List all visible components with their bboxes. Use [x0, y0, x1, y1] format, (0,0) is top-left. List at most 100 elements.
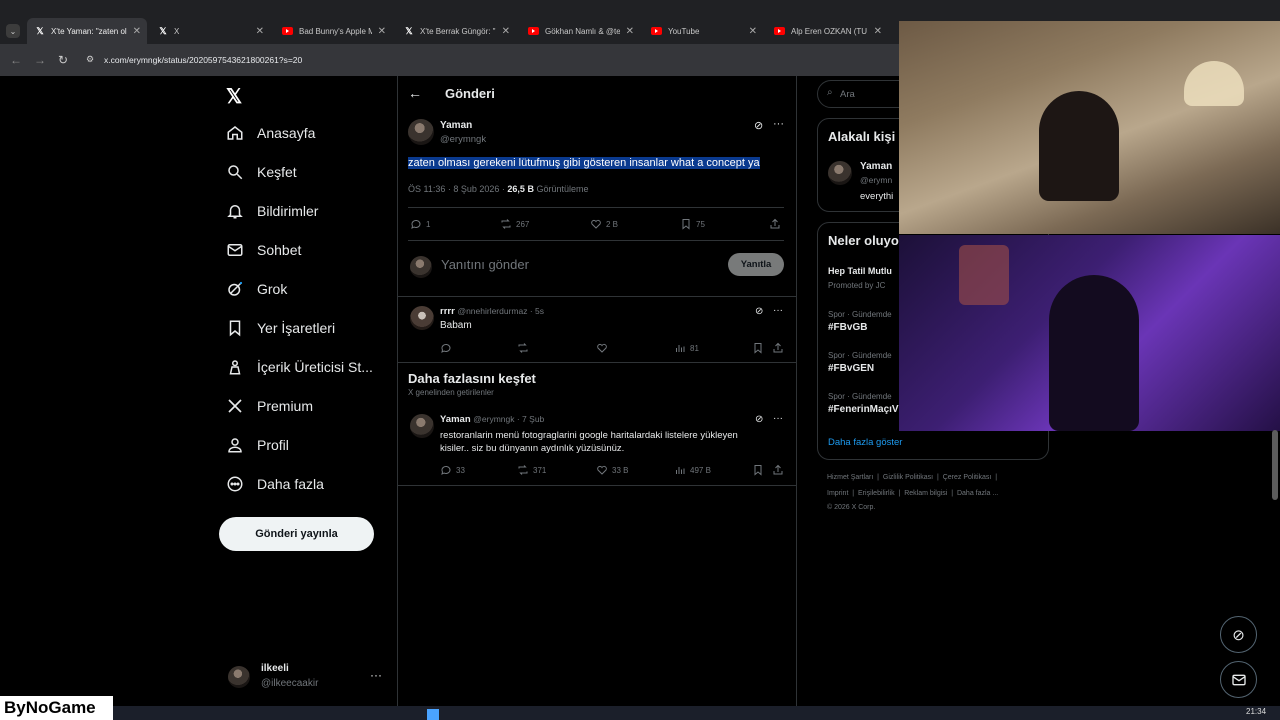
discover-repost-button[interactable]: 371 — [517, 464, 546, 476]
show-more-link[interactable]: Daha fazla göster — [828, 437, 902, 448]
person-silhouette — [1049, 275, 1139, 431]
nav-item-creator-studio[interactable]: İçerik Üreticisi St... — [226, 358, 373, 376]
grok-icon[interactable]: ⊘ — [755, 306, 763, 317]
related-name[interactable]: Yaman — [860, 161, 892, 172]
discover-bookmark-button[interactable] — [752, 464, 768, 476]
reply-author-avatar[interactable] — [410, 306, 434, 330]
trend-promoted-title[interactable]: Hep Tatil Mutlu — [828, 266, 892, 276]
account-avatar[interactable] — [228, 666, 250, 688]
grok-icon[interactable]: ⊘ — [754, 119, 763, 132]
trend-tag[interactable]: #FBvGB — [828, 322, 867, 333]
column-divider — [796, 76, 797, 720]
close-icon[interactable]: ✕ — [502, 26, 510, 37]
discover-author-handle[interactable]: @erymngk · 7 Şub — [473, 414, 544, 424]
discover-title: Daha fazlasını keşfet — [408, 371, 536, 386]
close-icon[interactable]: ✕ — [874, 26, 882, 37]
share-icon — [773, 464, 783, 475]
reply-like-button[interactable] — [596, 342, 612, 354]
reply-input[interactable]: Yanıtını gönder — [441, 257, 529, 272]
post-more-icon[interactable]: ··· — [773, 118, 784, 130]
account-more-icon[interactable]: ··· — [370, 668, 382, 682]
related-handle[interactable]: @erymn — [860, 175, 892, 185]
x-logo-icon[interactable]: 𝕏 — [226, 84, 242, 109]
post-author-avatar[interactable] — [408, 119, 434, 145]
nav-item-profile[interactable]: Profil — [226, 436, 289, 454]
footer-link[interactable]: Imprint — [827, 490, 848, 497]
reply-icon — [441, 465, 451, 475]
copyright: © 2026 X Corp. — [827, 504, 876, 511]
bookmark-icon — [229, 320, 241, 337]
close-icon[interactable]: ✕ — [749, 26, 757, 37]
nav-item-chat[interactable]: Sohbet — [226, 241, 301, 259]
footer-link[interactable]: Erişilebilirlik — [858, 490, 895, 497]
reply-button[interactable]: 1 — [410, 218, 430, 230]
share-icon — [773, 342, 783, 353]
browser-tab-5[interactable]: Gökhan Namlı & @te ✕ — [520, 18, 640, 44]
grok-icon[interactable]: ⊘ — [755, 414, 763, 425]
reply-author-handle[interactable]: @nnehirlerdurmaz · 5s — [457, 306, 544, 316]
search-input[interactable]: Ara — [840, 89, 855, 100]
reply-share-button[interactable] — [772, 342, 788, 354]
back-arrow-icon[interactable]: ← — [408, 85, 422, 101]
discover-more-icon[interactable]: ··· — [773, 413, 783, 424]
scrollbar-thumb[interactable] — [1272, 430, 1278, 500]
messages-fab-button[interactable] — [1220, 661, 1257, 698]
reply-author-name[interactable]: rrrr — [440, 306, 455, 317]
nav-item-notifications[interactable]: Bildirimler — [226, 202, 318, 220]
related-avatar[interactable] — [828, 161, 852, 185]
nav-item-home[interactable]: Anasayfa — [226, 124, 315, 142]
footer-links-2: Imprint | Erişilebilirlik | Reklam bilgi… — [827, 490, 999, 497]
footer-link[interactable]: Çerez Politikası — [943, 474, 992, 481]
trend-tag[interactable]: #FenerinMaçıV — [828, 404, 899, 415]
discover-share-button[interactable] — [772, 464, 788, 476]
reply-submit-button[interactable]: Yanıtla — [728, 253, 784, 276]
post-text: zaten olması gerekeni lütufmuş gibi göst… — [408, 157, 760, 169]
discover-author-avatar[interactable] — [410, 414, 434, 438]
heart-icon — [591, 219, 601, 229]
divider — [408, 240, 784, 241]
browser-tab-7[interactable]: Alp Eren OZKAN (TU ✕ — [766, 18, 888, 44]
reply-repost-button[interactable] — [517, 342, 533, 354]
footer-link[interactable]: Gizlilik Politikası — [883, 474, 933, 481]
reply-reply-button[interactable] — [440, 342, 456, 354]
post-author-handle[interactable]: @erymngk — [440, 134, 486, 145]
windows-start-icon[interactable] — [427, 709, 439, 720]
reply-views-button[interactable]: 81 — [674, 342, 699, 354]
nav-item-premium[interactable]: Premium — [226, 397, 313, 415]
repost-button[interactable]: 267 — [500, 218, 529, 230]
discover-views-button[interactable]: 497 B — [674, 464, 711, 476]
nav-item-bookmarks[interactable]: Yer İşaretleri — [226, 319, 335, 337]
post-author-name[interactable]: Yaman — [440, 120, 472, 131]
home-icon — [227, 126, 243, 140]
nav-item-grok[interactable]: Grok — [226, 280, 287, 298]
divider — [397, 485, 796, 486]
account-handle: @ilkeecaakir — [261, 678, 319, 689]
person-silhouette — [1039, 91, 1119, 201]
trend-tag[interactable]: #FBvGEN — [828, 363, 874, 374]
nav-item-explore[interactable]: Keşfet — [226, 163, 297, 181]
share-button[interactable] — [769, 218, 785, 230]
browser-tab-4[interactable]: 𝕏 X'te Berrak Güngör: " ✕ — [396, 18, 516, 44]
heart-icon — [597, 343, 607, 353]
browser-tab-6[interactable]: YouTube ✕ — [643, 18, 763, 44]
trend-promoted-label: Promoted by JC — [828, 281, 886, 290]
discover-like-button[interactable]: 33 B — [596, 464, 628, 476]
footer-link[interactable]: Reklam bilgisi — [904, 490, 947, 497]
bookmark-button[interactable]: 75 — [680, 218, 705, 230]
grok-icon: ⊘ — [1232, 626, 1245, 644]
related-title: Alakalı kişi — [828, 129, 896, 144]
reply-bookmark-button[interactable] — [752, 342, 768, 354]
trend-context: Spor · Gündemde — [828, 351, 892, 360]
post-button[interactable]: Gönderi yayınla — [219, 517, 374, 551]
close-icon[interactable]: ✕ — [626, 26, 634, 37]
grok-fab-button[interactable]: ⊘ — [1220, 616, 1257, 653]
discover-author-name[interactable]: Yaman — [440, 414, 471, 425]
discover-reply-button[interactable]: 33 — [440, 464, 465, 476]
footer-link[interactable]: Daha fazla ... — [957, 490, 998, 497]
reply-more-icon[interactable]: ··· — [773, 305, 783, 316]
footer-link[interactable]: Hizmet Şartları — [827, 474, 873, 481]
like-button[interactable]: 2 B — [590, 218, 618, 230]
more-circle-icon — [227, 476, 243, 492]
repost-icon — [501, 219, 511, 229]
nav-item-more[interactable]: Daha fazla — [226, 475, 324, 493]
